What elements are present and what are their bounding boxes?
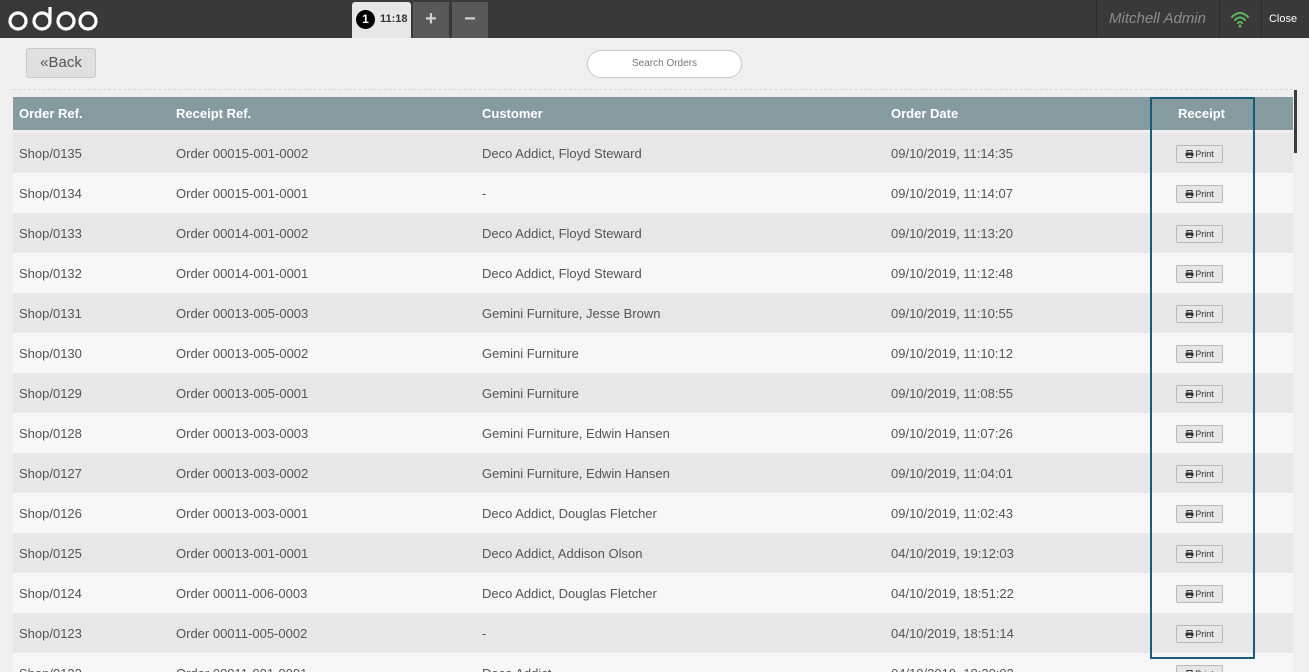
topbar-divider xyxy=(1261,0,1262,38)
receipt-ref-cell: Order 00015-001-0001 xyxy=(176,186,309,201)
user-name[interactable]: Mitchell Admin xyxy=(1096,0,1219,38)
customer-cell: Deco Addict xyxy=(482,666,551,672)
odoo-logo xyxy=(8,7,98,31)
order-ref-cell: Shop/0124 xyxy=(19,586,82,601)
table-row[interactable]: Shop/0135 Order 00015-001-0002 Deco Addict… xyxy=(13,133,1293,173)
receipt-ref-cell: Order 00013-003-0002 xyxy=(176,466,309,481)
top-bar: 1 11:18 + − Mitchell Admin Close xyxy=(0,0,1309,38)
customer-cell: Deco Addict, Floyd Steward xyxy=(482,146,642,161)
receipt-ref-cell: Order 00013-005-0001 xyxy=(176,386,309,401)
order-date-cell: 04/10/2019, 19:12:03 xyxy=(891,546,1014,561)
receipt-ref-cell: Order 00011-001-0001 xyxy=(176,666,307,672)
receipt-ref-cell: Order 00011-006-0003 xyxy=(176,586,308,601)
order-date-cell: 09/10/2019, 11:12:48 xyxy=(891,266,1013,281)
header-customer: Customer xyxy=(482,106,543,121)
table-row[interactable]: Shop/0123 Order 00011-005-0002 - 04/10/2019… xyxy=(13,613,1293,653)
order-date-cell: 09/10/2019, 11:08:55 xyxy=(891,386,1013,401)
customer-cell: Gemini Furniture, Jesse Brown xyxy=(482,306,661,321)
order-date-cell: 09/10/2019, 11:02:43 xyxy=(891,506,1013,521)
order-ref-cell: Shop/0125 xyxy=(19,546,82,561)
order-date-cell: 04/10/2019, 18:30:03 xyxy=(891,666,1014,672)
back-button-label: Back xyxy=(48,54,82,71)
order-tab-active[interactable]: 1 11:18 xyxy=(352,2,411,38)
receipt-ref-cell: Order 00013-003-0001 xyxy=(176,506,309,521)
receipt-ref-cell: Order 00013-005-0002 xyxy=(176,346,309,361)
receipt-ref-cell: Order 00013-003-0003 xyxy=(176,426,309,441)
wifi-icon[interactable] xyxy=(1230,10,1250,28)
header-order-ref: Order Ref. xyxy=(19,106,83,121)
header-order-date: Order Date xyxy=(891,106,959,121)
customer-cell: Deco Addict, Douglas Fletcher xyxy=(482,586,657,601)
order-ref-cell: Shop/0122 xyxy=(19,666,82,672)
customer-cell: Deco Addict, Floyd Steward xyxy=(482,226,642,241)
add-order-button[interactable]: + xyxy=(413,2,449,38)
table-row[interactable]: Shop/0127 Order 00013-003-0002 Gemini Furn… xyxy=(13,453,1293,493)
customer-cell: Gemini Furniture xyxy=(482,386,579,401)
order-date-cell: 09/10/2019, 11:04:01 xyxy=(891,466,1013,481)
order-ref-cell: Shop/0130 xyxy=(19,346,82,361)
order-date-cell: 09/10/2019, 11:07:26 xyxy=(891,426,1013,441)
receipt-column-highlight xyxy=(1150,97,1255,659)
order-date-cell: 09/10/2019, 11:14:07 xyxy=(891,186,1013,201)
order-date-cell: 04/10/2019, 18:51:22 xyxy=(891,586,1014,601)
topbar-divider xyxy=(1219,0,1220,38)
customer-cell: Gemini Furniture xyxy=(482,346,579,361)
order-ref-cell: Shop/0135 xyxy=(19,146,82,161)
order-number-badge: 1 xyxy=(356,10,375,29)
table-row[interactable]: Shop/0132 Order 00014-001-0001 Deco Addict… xyxy=(13,253,1293,293)
customer-cell: Deco Addict, Addison Olson xyxy=(482,546,643,561)
scrollbar-thumb[interactable] xyxy=(1294,90,1297,153)
order-ref-cell: Shop/0127 xyxy=(19,466,82,481)
order-ref-cell: Shop/0123 xyxy=(19,626,82,641)
table-row[interactable]: Shop/0129 Order 00013-005-0001 Gemini Furn… xyxy=(13,373,1293,413)
divider xyxy=(13,89,1293,90)
customer-cell: Gemini Furniture, Edwin Hansen xyxy=(482,426,670,441)
order-ref-cell: Shop/0133 xyxy=(19,226,82,241)
table-row[interactable]: Shop/0131 Order 00013-005-0003 Gemini Furn… xyxy=(13,293,1293,333)
order-date-cell: 09/10/2019, 11:14:35 xyxy=(891,146,1013,161)
order-ref-cell: Shop/0131 xyxy=(19,306,82,321)
receipt-ref-cell: Order 00015-001-0002 xyxy=(176,146,309,161)
order-ref-cell: Shop/0126 xyxy=(19,506,82,521)
receipt-ref-cell: Order 00011-005-0002 xyxy=(176,626,308,641)
order-date-cell: 09/10/2019, 11:10:55 xyxy=(891,306,1013,321)
orders-table-body: Shop/0135 Order 00015-001-0002 Deco Addict… xyxy=(13,133,1293,672)
customer-cell: Deco Addict, Douglas Fletcher xyxy=(482,506,657,521)
table-row[interactable]: Shop/0134 Order 00015-001-0001 - 09/10/2019… xyxy=(13,173,1293,213)
receipt-ref-cell: Order 00014-001-0001 xyxy=(176,266,309,281)
order-ref-cell: Shop/0129 xyxy=(19,386,82,401)
receipt-ref-cell: Order 00013-001-0001 xyxy=(176,546,309,561)
remove-order-button[interactable]: − xyxy=(452,2,488,38)
table-header: Order Ref. Receipt Ref. Customer Order D… xyxy=(13,97,1293,130)
customer-cell: Gemini Furniture, Edwin Hansen xyxy=(482,466,670,481)
order-date-cell: 09/10/2019, 11:10:12 xyxy=(891,346,1013,361)
table-row[interactable]: Shop/0126 Order 00013-003-0001 Deco Addict… xyxy=(13,493,1293,533)
table-row[interactable]: Shop/0133 Order 00014-001-0002 Deco Addict… xyxy=(13,213,1293,253)
order-time: 11:18 xyxy=(380,13,408,25)
close-button[interactable]: Close xyxy=(1263,0,1303,38)
order-date-cell: 04/10/2019, 18:51:14 xyxy=(891,626,1014,641)
receipt-ref-cell: Order 00014-001-0002 xyxy=(176,226,309,241)
print-receipt-button[interactable]: Print xyxy=(1176,665,1223,672)
order-ref-cell: Shop/0134 xyxy=(19,186,82,201)
table-row[interactable]: Shop/0124 Order 00011-006-0003 Deco Addict… xyxy=(13,573,1293,613)
order-ref-cell: Shop/0128 xyxy=(19,426,82,441)
table-row[interactable]: Shop/0122 Order 00011-001-0001 Deco Addict… xyxy=(13,653,1293,672)
customer-cell: - xyxy=(482,186,487,201)
customer-cell: Deco Addict, Floyd Steward xyxy=(482,266,642,281)
table-row[interactable]: Shop/0125 Order 00013-001-0001 Deco Addict… xyxy=(13,533,1293,573)
search-orders-input[interactable]: Search Orders xyxy=(587,50,742,78)
order-date-cell: 09/10/2019, 11:13:20 xyxy=(891,226,1013,241)
customer-cell: - xyxy=(482,626,487,641)
table-row[interactable]: Shop/0128 Order 00013-003-0003 Gemini Furn… xyxy=(13,413,1293,453)
order-ref-cell: Shop/0132 xyxy=(19,266,82,281)
header-receipt-ref: Receipt Ref. xyxy=(176,106,252,121)
receipt-ref-cell: Order 00013-005-0003 xyxy=(176,306,309,321)
table-row[interactable]: Shop/0130 Order 00013-005-0002 Gemini Furn… xyxy=(13,333,1293,373)
back-button[interactable]: «Back xyxy=(26,48,96,78)
